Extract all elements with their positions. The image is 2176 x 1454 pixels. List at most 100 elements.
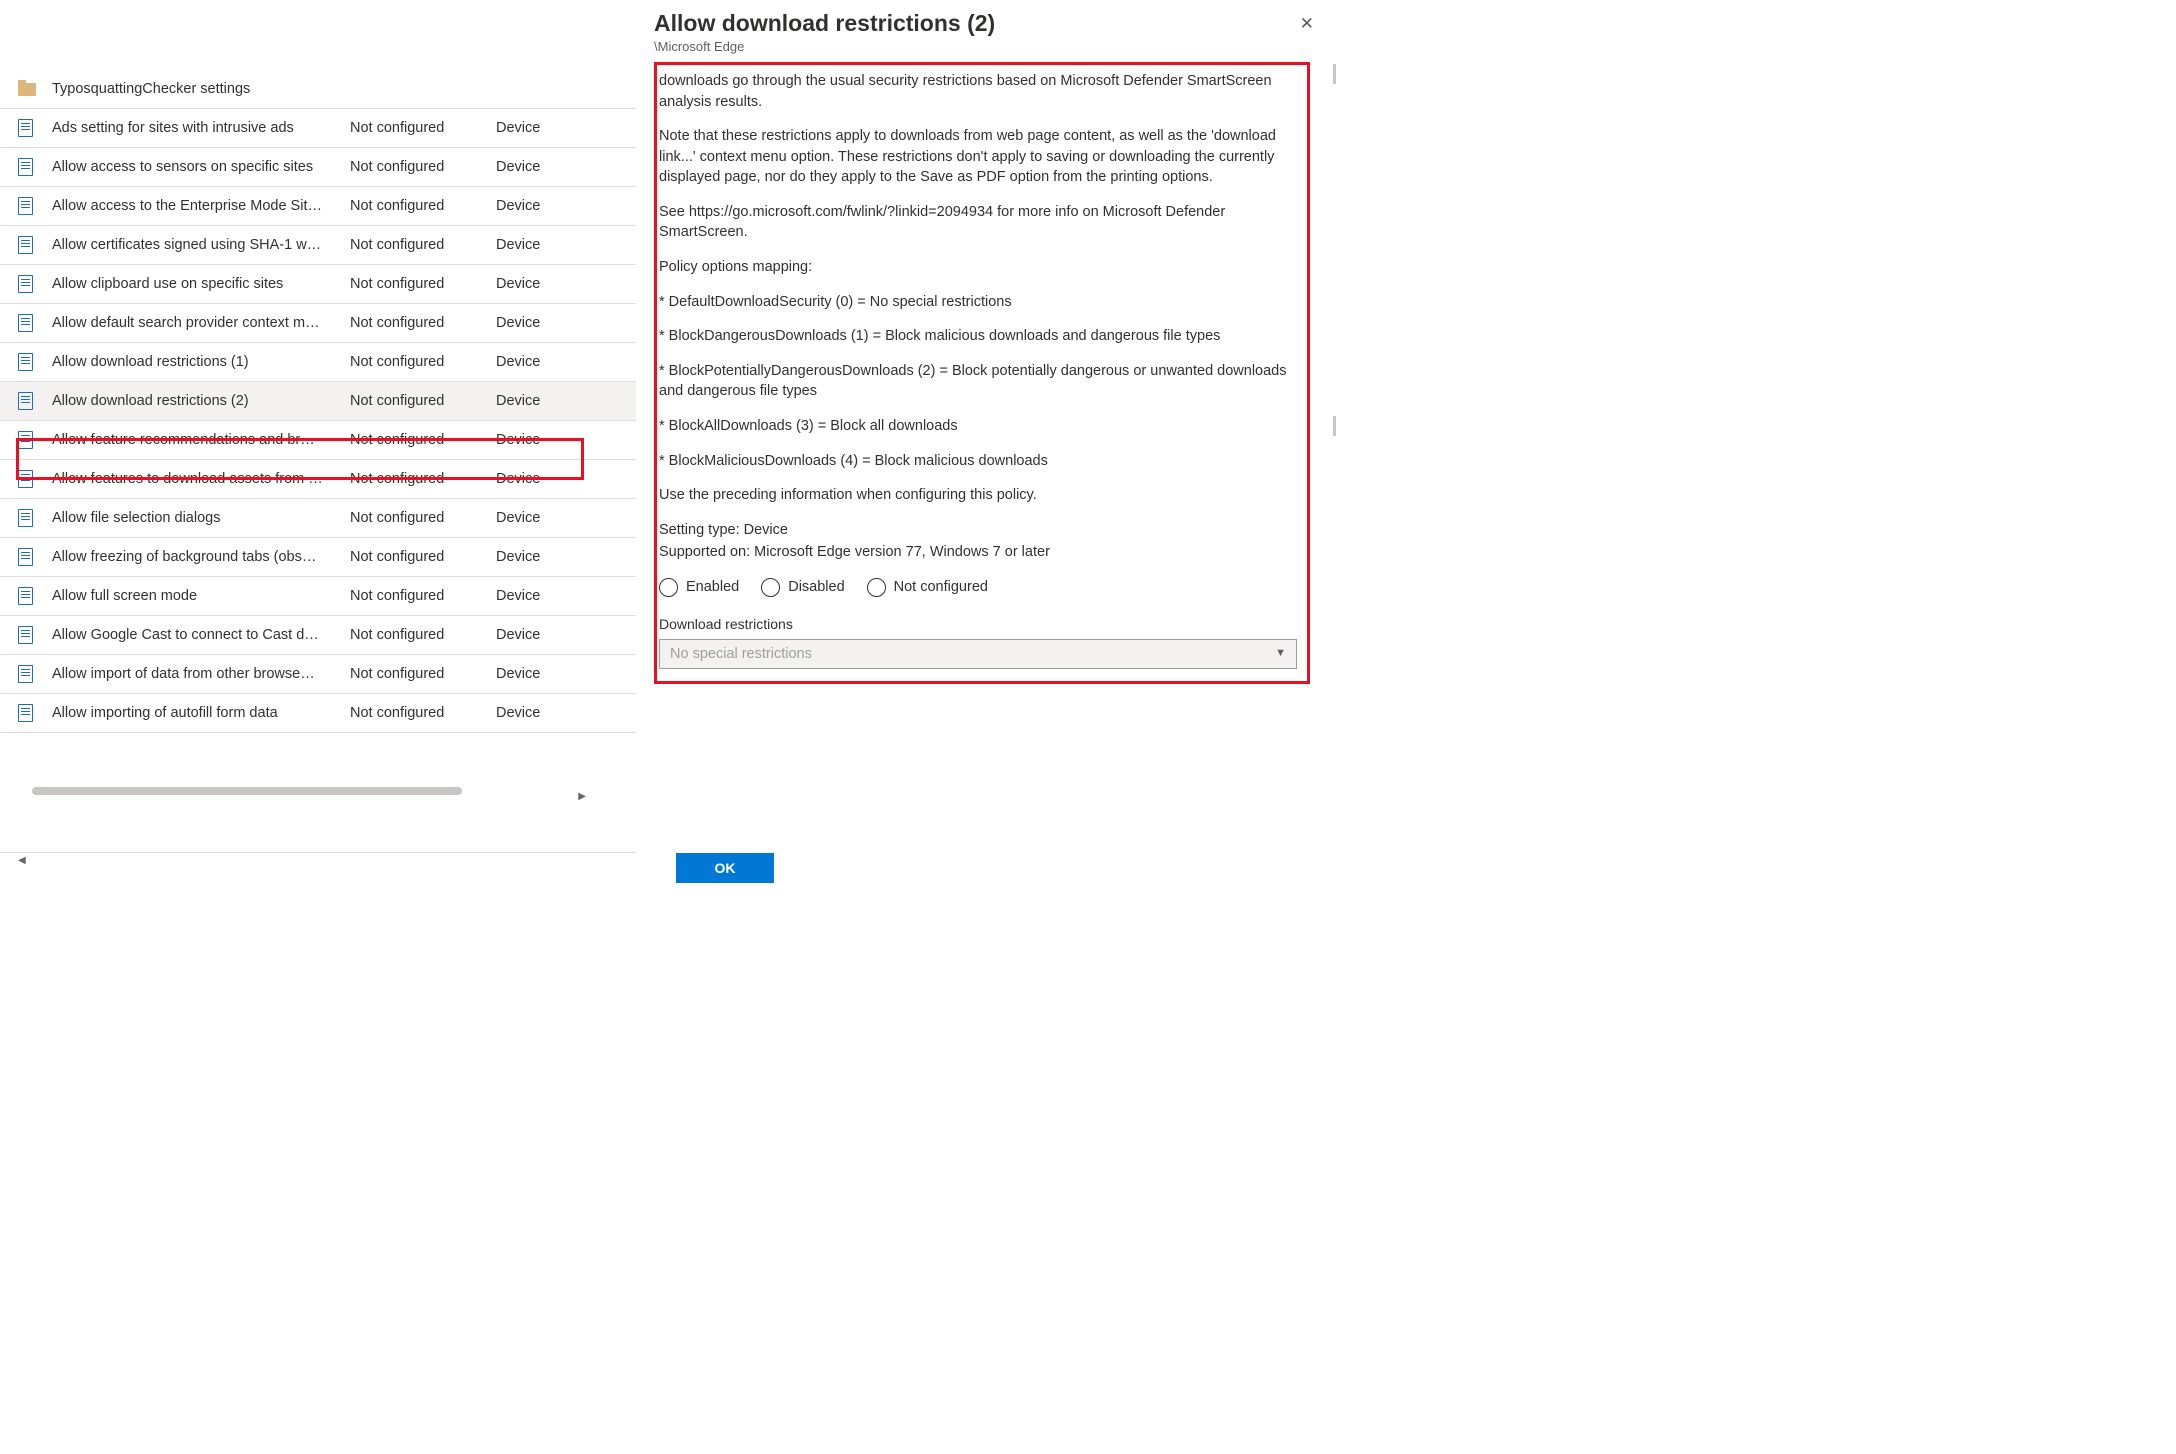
setting-type: Device bbox=[496, 510, 636, 526]
setting-name: Allow importing of autofill form data bbox=[52, 705, 350, 721]
document-icon bbox=[18, 665, 52, 683]
settings-row[interactable]: Allow feature recommendations and br…Not… bbox=[0, 421, 636, 460]
settings-row[interactable]: Allow access to sensors on specific site… bbox=[0, 148, 636, 187]
document-icon bbox=[18, 353, 52, 371]
document-icon bbox=[18, 587, 52, 605]
desc-option: * BlockPotentiallyDangerousDownloads (2)… bbox=[659, 361, 1297, 402]
settings-row[interactable]: Allow download restrictions (2)Not confi… bbox=[0, 382, 636, 421]
divider bbox=[0, 852, 636, 853]
settings-row[interactable]: TyposquattingChecker settings bbox=[0, 70, 636, 109]
settings-row[interactable]: Allow full screen modeNot configuredDevi… bbox=[0, 577, 636, 616]
settings-row[interactable]: Allow default search provider context m…… bbox=[0, 304, 636, 343]
panel-breadcrumb: \Microsoft Edge bbox=[654, 39, 1310, 54]
setting-state: Not configured bbox=[350, 198, 496, 214]
settings-row[interactable]: Allow freezing of background tabs (obs…N… bbox=[0, 538, 636, 577]
setting-name: Allow download restrictions (1) bbox=[52, 354, 350, 370]
setting-name: Allow download restrictions (2) bbox=[52, 393, 350, 409]
document-icon bbox=[18, 197, 52, 215]
setting-type: Device bbox=[496, 471, 636, 487]
desc-setting-type: Setting type: Device bbox=[659, 520, 1297, 541]
document-icon bbox=[18, 314, 52, 332]
setting-state: Not configured bbox=[350, 393, 496, 409]
setting-state: Not configured bbox=[350, 588, 496, 604]
desc-paragraph: See https://go.microsoft.com/fwlink/?lin… bbox=[659, 202, 1297, 243]
setting-name: TyposquattingChecker settings bbox=[52, 81, 350, 97]
close-icon[interactable]: ✕ bbox=[1300, 14, 1314, 34]
setting-type: Device bbox=[496, 237, 636, 253]
settings-row[interactable]: Ads setting for sites with intrusive ads… bbox=[0, 109, 636, 148]
radio-not-configured[interactable]: Not configured bbox=[867, 577, 988, 598]
vertical-scroll-indicator[interactable] bbox=[1333, 416, 1336, 436]
settings-row[interactable]: Allow clipboard use on specific sitesNot… bbox=[0, 265, 636, 304]
setting-name: Allow clipboard use on specific sites bbox=[52, 276, 350, 292]
setting-state: Not configured bbox=[350, 276, 496, 292]
desc-option: * BlockDangerousDownloads (1) = Block ma… bbox=[659, 326, 1297, 347]
setting-state: Not configured bbox=[350, 705, 496, 721]
setting-type: Device bbox=[496, 588, 636, 604]
setting-type: Device bbox=[496, 432, 636, 448]
setting-name: Allow access to the Enterprise Mode Sit… bbox=[52, 198, 350, 214]
settings-row[interactable]: Allow access to the Enterprise Mode Sit…… bbox=[0, 187, 636, 226]
settings-row[interactable]: Allow download restrictions (1)Not confi… bbox=[0, 343, 636, 382]
setting-type: Device bbox=[496, 120, 636, 136]
folder-icon bbox=[18, 83, 52, 96]
radio-circle-icon bbox=[867, 578, 886, 597]
settings-row[interactable]: Allow file selection dialogsNot configur… bbox=[0, 499, 636, 538]
document-icon bbox=[18, 548, 52, 566]
setting-name: Allow freezing of background tabs (obs… bbox=[52, 549, 350, 565]
document-icon bbox=[18, 275, 52, 293]
radio-enabled[interactable]: Enabled bbox=[659, 577, 739, 598]
panel-title: Allow download restrictions (2) bbox=[654, 10, 1310, 37]
setting-name: Allow file selection dialogs bbox=[52, 510, 350, 526]
setting-type: Device bbox=[496, 705, 636, 721]
scroll-left-arrow-icon[interactable]: ◀ bbox=[18, 785, 654, 866]
desc-option: * BlockAllDownloads (3) = Block all down… bbox=[659, 416, 1297, 437]
document-icon bbox=[18, 626, 52, 644]
setting-type: Device bbox=[496, 627, 636, 643]
setting-type: Device bbox=[496, 354, 636, 370]
setting-name: Allow certificates signed using SHA-1 w… bbox=[52, 237, 350, 253]
setting-name: Allow feature recommendations and br… bbox=[52, 432, 350, 448]
dropdown-label: Download restrictions bbox=[659, 615, 1297, 635]
setting-type: Device bbox=[496, 276, 636, 292]
desc-supported: Supported on: Microsoft Edge version 77,… bbox=[659, 542, 1297, 563]
setting-type: Device bbox=[496, 666, 636, 682]
setting-state: Not configured bbox=[350, 432, 496, 448]
settings-list-pane: TyposquattingChecker settings Ads setting… bbox=[0, 0, 636, 895]
setting-state: Not configured bbox=[350, 666, 496, 682]
details-pane: ✕ Allow download restrictions (2) \Micro… bbox=[636, 0, 1338, 895]
radio-disabled[interactable]: Disabled bbox=[761, 577, 844, 598]
settings-row[interactable]: Allow certificates signed using SHA-1 w…… bbox=[0, 226, 636, 265]
document-icon bbox=[18, 236, 52, 254]
vertical-scroll-indicator[interactable] bbox=[1333, 64, 1336, 84]
setting-state: Not configured bbox=[350, 237, 496, 253]
desc-option: * DefaultDownloadSecurity (0) = No speci… bbox=[659, 292, 1297, 313]
setting-state: Not configured bbox=[350, 510, 496, 526]
settings-rows: TyposquattingChecker settings Ads setting… bbox=[0, 70, 636, 733]
setting-state: Not configured bbox=[350, 120, 496, 136]
download-restrictions-dropdown[interactable]: No special restrictions ▼ bbox=[659, 639, 1297, 669]
setting-type: Device bbox=[496, 315, 636, 331]
document-icon bbox=[18, 119, 52, 137]
state-radio-group: Enabled Disabled Not configured bbox=[659, 577, 1297, 598]
horizontal-scrollbar[interactable]: ◀ ▶ bbox=[18, 785, 614, 797]
settings-row[interactable]: Allow import of data from other browse…N… bbox=[0, 655, 636, 694]
scrollbar-thumb[interactable] bbox=[32, 787, 462, 795]
settings-row[interactable]: Allow Google Cast to connect to Cast d…N… bbox=[0, 616, 636, 655]
settings-row[interactable]: Allow importing of autofill form dataNot… bbox=[0, 694, 636, 733]
setting-state: Not configured bbox=[350, 159, 496, 175]
ok-button[interactable]: OK bbox=[676, 853, 774, 883]
setting-state: Not configured bbox=[350, 471, 496, 487]
setting-name: Ads setting for sites with intrusive ads bbox=[52, 120, 350, 136]
radio-circle-icon bbox=[761, 578, 780, 597]
desc-paragraph: Policy options mapping: bbox=[659, 257, 1297, 278]
setting-name: Allow import of data from other browse… bbox=[52, 666, 350, 682]
settings-row[interactable]: Allow features to download assets from …… bbox=[0, 460, 636, 499]
document-icon bbox=[18, 509, 52, 527]
desc-paragraph: Note that these restrictions apply to do… bbox=[659, 126, 1297, 188]
setting-state: Not configured bbox=[350, 354, 496, 370]
desc-paragraph: downloads go through the usual security … bbox=[659, 71, 1297, 112]
dropdown-value: No special restrictions bbox=[670, 644, 812, 665]
document-icon bbox=[18, 392, 52, 410]
scroll-right-arrow-icon[interactable]: ▶ bbox=[560, 785, 614, 802]
